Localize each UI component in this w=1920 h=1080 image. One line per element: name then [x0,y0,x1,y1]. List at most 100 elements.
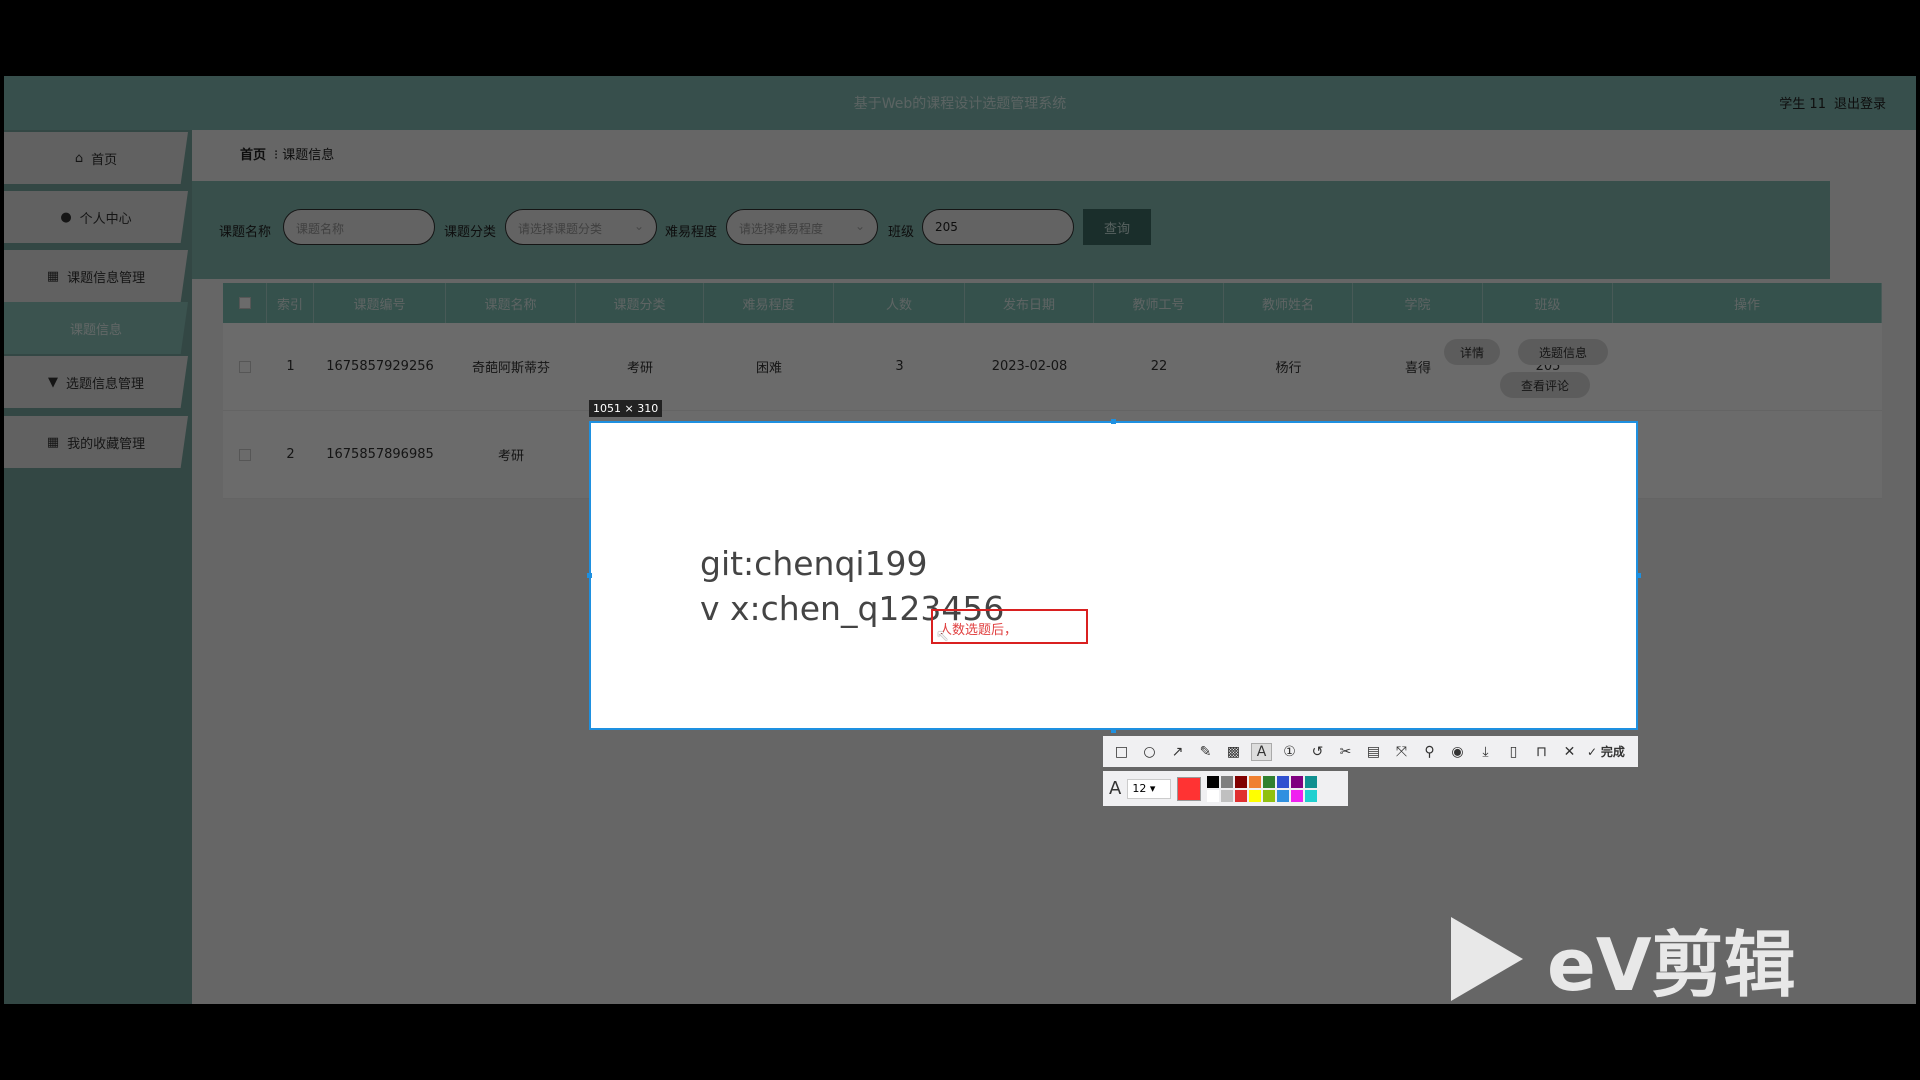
download-icon[interactable]: ⤓ [1475,744,1496,760]
breadcrumb-current: 课题信息 [282,148,335,163]
color-swatch[interactable] [1221,789,1234,802]
arrow-icon[interactable]: ↗ [1167,744,1188,760]
ellipse-icon[interactable]: ○ [1139,744,1160,760]
table-cell [223,323,267,410]
logout-link[interactable]: 退出登录 [1834,97,1886,112]
column-header: 教师工号 [1094,283,1224,323]
difficulty-placeholder: 请选择难易程度 [739,222,824,236]
column-header: 人数 [834,283,965,323]
sidebar-item-topic-management[interactable]: ▦ 课题信息管理 [4,250,188,302]
sidebar-label: 课题信息 [69,322,122,338]
column-header: 课题名称 [446,283,576,323]
pencil-icon[interactable]: ✎ [1195,744,1216,760]
table-cell: 考研 [626,361,653,376]
text-annotation-box[interactable]: 人数选题后， [931,609,1088,644]
color-swatch[interactable] [1221,775,1234,788]
color-swatch[interactable] [1235,775,1248,788]
record-icon[interactable]: ◉ [1447,744,1468,760]
done-button[interactable]: ✓ 完成 [1587,743,1625,760]
chevron-down-icon: ⌄ [633,219,644,233]
color-swatch[interactable] [1207,789,1220,802]
column-header: 操作 [1613,283,1882,323]
category-placeholder: 请选择课题分类 [518,222,603,236]
bookmark-icon[interactable]: ⊓ [1531,744,1552,760]
username: 学生 11 [1779,97,1826,112]
font-icon: A [1109,778,1122,799]
color-swatch[interactable] [1305,789,1318,802]
text-icon[interactable]: A [1251,742,1272,761]
color-swatch[interactable] [1249,789,1262,802]
pin-icon: ▼ [47,374,58,390]
sidebar-label: 我的收藏管理 [67,436,146,452]
color-swatch[interactable] [1291,789,1304,802]
sidebar: ⌂ 首页 ● 个人中心 ▦ 课题信息管理 课题信息 ▼ 选题信息管理 ▦ 我的收藏管理 [4,130,192,1004]
sidebar-item-selection-management[interactable]: ▼ 选题信息管理 [4,356,188,408]
color-swatch[interactable] [1235,789,1248,802]
color-swatch[interactable] [1277,775,1290,788]
sidebar-item-home[interactable]: ⌂ 首页 [4,132,188,184]
breadcrumb-home[interactable]: 首页 [240,148,266,163]
table-cell: 考研 [497,449,524,464]
select-all-checkbox[interactable] [238,297,251,309]
color-swatch[interactable] [1305,775,1318,788]
resize-handle[interactable] [1636,573,1641,578]
color-palette [1207,775,1318,802]
resize-handle[interactable] [1111,419,1116,424]
home-icon: ⌂ [74,150,84,166]
table-cell: 1 [286,359,295,374]
sidebar-item-topic-info[interactable]: 课题信息 [4,302,188,354]
difficulty-select[interactable]: 请选择难易程度 ⌄ [726,209,878,245]
comments-button[interactable]: 查看评论 [1500,372,1590,398]
grid-icon: ▦ [46,268,60,284]
current-color-swatch[interactable] [1177,776,1202,801]
table-cell: 喜得 [1404,361,1431,376]
row-checkbox[interactable] [239,360,251,373]
table-cell: 1675857929256 [326,359,434,374]
class-input[interactable]: 205 [922,209,1074,245]
table-cell: 3 [895,359,904,374]
table-cell: 22 [1150,359,1168,374]
color-swatch[interactable] [1277,789,1290,802]
number-icon[interactable]: ① [1279,744,1300,760]
system-title: 基于Web的课程设计选题管理系统 [853,96,1067,112]
undo-icon[interactable]: ↺ [1307,744,1328,760]
category-select[interactable]: 请选择课题分类 ⌄ [505,209,657,245]
font-size-select[interactable]: 12 ▾ [1127,778,1172,799]
color-swatch[interactable] [1263,789,1276,802]
search-panel: 课题名称 课题名称 课题分类 请选择课题分类 ⌄ 难易程度 请选择难易程度 ⌄ 班级… [192,181,1830,279]
topic-name-input[interactable]: 课题名称 [283,209,435,245]
pin-icon[interactable]: ⚲ [1419,744,1440,760]
done-label: 完成 [1600,745,1625,759]
color-swatch[interactable] [1291,775,1304,788]
contact-text-git: git:chenqi199 [700,544,928,583]
select-button[interactable]: 选题信息 [1518,339,1608,365]
sidebar-item-favorites[interactable]: ▦ 我的收藏管理 [4,416,188,468]
table-cell: 困难 [755,361,782,376]
scroll-capture-icon[interactable]: ⤧ [1391,744,1412,760]
phone-icon[interactable]: ▯ [1503,744,1524,760]
detail-button[interactable]: 详情 [1444,339,1500,365]
ocr-icon[interactable]: ▤ [1363,744,1384,760]
close-icon[interactable]: ✕ [1559,744,1580,760]
row-checkbox[interactable] [239,448,251,461]
column-header [223,283,267,323]
sidebar-label: 首页 [91,152,118,168]
table-row: 1 1675857929256 奇葩阿斯蒂芬 考研 困难 3 2023-02-08 22 杨行 喜… [223,323,1882,411]
cut-icon[interactable]: ✂ [1335,744,1356,760]
ev-watermark-logo: eV剪辑 [1451,906,1796,1011]
color-swatch[interactable] [1249,775,1262,788]
table-cell [223,411,267,498]
resize-handle[interactable] [587,573,592,578]
sidebar-item-profile[interactable]: ● 个人中心 [4,191,188,243]
color-swatch[interactable] [1207,775,1220,788]
sidebar-label: 个人中心 [79,211,132,227]
resize-handle[interactable] [1111,728,1116,733]
mosaic-icon[interactable]: ▩ [1223,744,1244,760]
name-label: 课题名称 [219,225,272,240]
user-icon: ● [60,209,72,225]
grid-icon: ▦ [46,434,60,450]
color-swatch[interactable] [1263,775,1276,788]
query-button[interactable]: 查询 [1083,209,1151,245]
table-cell: 杨行 [1275,361,1302,376]
rectangle-icon[interactable]: □ [1111,744,1132,760]
